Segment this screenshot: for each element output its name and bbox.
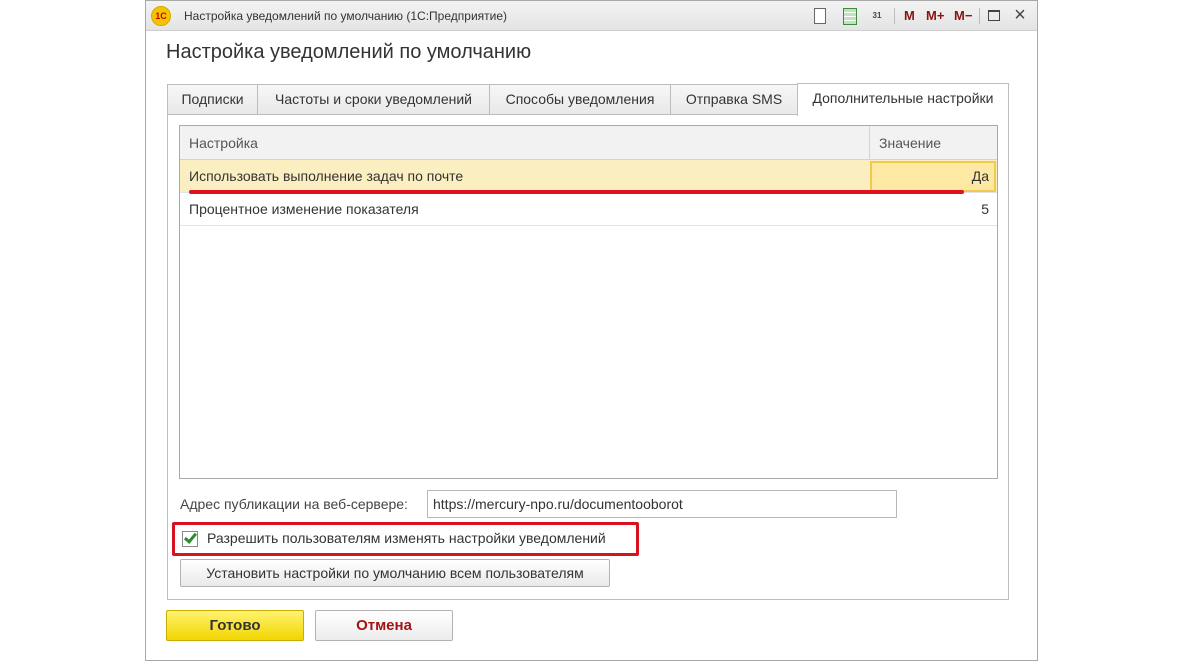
tab-additional-settings[interactable]: Дополнительные настройки bbox=[797, 83, 1009, 116]
close-icon[interactable]: × bbox=[1010, 4, 1030, 26]
calendar-icon[interactable]: 31 bbox=[868, 7, 886, 27]
setting-value[interactable]: 5 bbox=[981, 201, 989, 217]
publication-address-label: Адрес публикации на веб-сервере: bbox=[180, 496, 408, 512]
setting-value[interactable]: Да bbox=[972, 168, 989, 184]
table-row[interactable]: Процентное изменение показателя 5 bbox=[180, 193, 997, 226]
column-header-value[interactable]: Значение bbox=[879, 135, 941, 151]
publication-address-input[interactable] bbox=[427, 490, 897, 518]
memory-button[interactable]: M bbox=[904, 8, 915, 23]
column-divider[interactable] bbox=[869, 126, 870, 160]
highlight-underline bbox=[189, 190, 964, 194]
allow-users-label[interactable]: Разрешить пользователям изменять настрой… bbox=[207, 530, 606, 546]
memory-plus-button[interactable]: M+ bbox=[926, 8, 944, 23]
page-title: Настройка уведомлений по умолчанию bbox=[166, 41, 532, 63]
dialog-window: 1С Настройка уведомлений по умолчанию (1… bbox=[145, 0, 1038, 661]
memory-minus-button[interactable]: M− bbox=[954, 8, 972, 23]
settings-table: Настройка Значение Использовать выполнен… bbox=[179, 125, 998, 479]
tab-sms[interactable]: Отправка SMS bbox=[670, 84, 798, 115]
checkmark-icon bbox=[183, 530, 198, 544]
setting-name: Процентное изменение показателя bbox=[189, 201, 419, 217]
ok-button[interactable]: Готово bbox=[166, 610, 304, 641]
set-defaults-button[interactable]: Установить настройки по умолчанию всем п… bbox=[180, 559, 610, 587]
setting-name: Использовать выполнение задач по почте bbox=[189, 168, 464, 184]
document-icon[interactable] bbox=[810, 7, 828, 25]
toolbar-separator bbox=[979, 8, 980, 24]
table-row[interactable]: Использовать выполнение задач по почте Д… bbox=[180, 160, 997, 194]
cancel-button[interactable]: Отмена bbox=[315, 610, 453, 641]
tab-frequencies[interactable]: Частоты и сроки уведомлений bbox=[257, 84, 490, 115]
maximize-icon[interactable] bbox=[988, 10, 1000, 21]
tab-panel: Настройка Значение Использовать выполнен… bbox=[167, 114, 1009, 600]
column-header-setting[interactable]: Настройка bbox=[189, 135, 258, 151]
app-logo-icon: 1С bbox=[151, 6, 171, 26]
toolbar-separator bbox=[894, 8, 895, 24]
title-bar: 1С Настройка уведомлений по умолчанию (1… bbox=[146, 1, 1037, 31]
allow-users-checkbox[interactable] bbox=[182, 530, 198, 547]
tab-notification-methods[interactable]: Способы уведомления bbox=[489, 84, 671, 115]
window-title: Настройка уведомлений по умолчанию (1С:П… bbox=[184, 9, 508, 23]
tab-subscriptions[interactable]: Подписки bbox=[167, 84, 258, 115]
highlight-box: Разрешить пользователям изменять настрой… bbox=[172, 522, 639, 556]
table-header: Настройка Значение bbox=[180, 126, 997, 160]
calculator-icon[interactable] bbox=[840, 7, 858, 25]
